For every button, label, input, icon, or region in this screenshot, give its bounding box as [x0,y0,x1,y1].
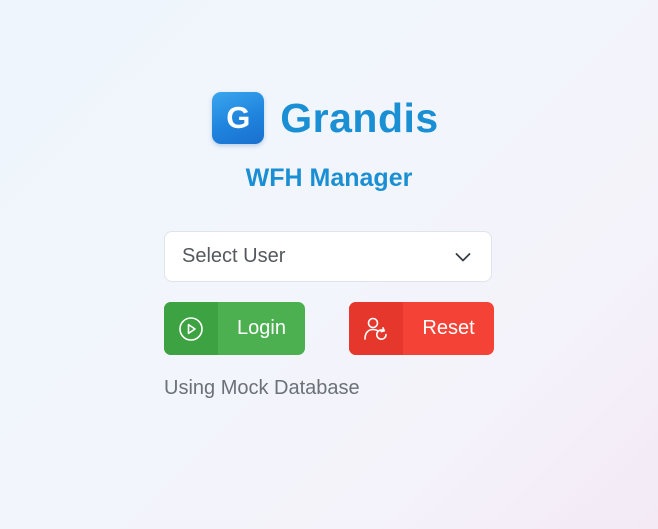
login-button-label: Login [237,317,286,339]
reset-button-label: Reset [422,317,475,339]
user-select[interactable]: Select User [164,231,492,282]
brand-name: Grandis [280,94,439,141]
reset-button[interactable]: Reset [349,302,494,355]
logo-letter: G [226,100,251,135]
logo-icon: G [212,92,265,144]
chevron-down-icon [453,247,473,267]
login-button[interactable]: Login [164,302,305,355]
page-subtitle: WFH Manager [245,164,413,192]
play-circle-icon [164,302,218,355]
brand-header: G Grandis [0,91,658,145]
user-select-value: Select User [182,245,286,267]
database-status-text: Using Mock Database [164,377,360,399]
user-refresh-icon [349,302,403,355]
